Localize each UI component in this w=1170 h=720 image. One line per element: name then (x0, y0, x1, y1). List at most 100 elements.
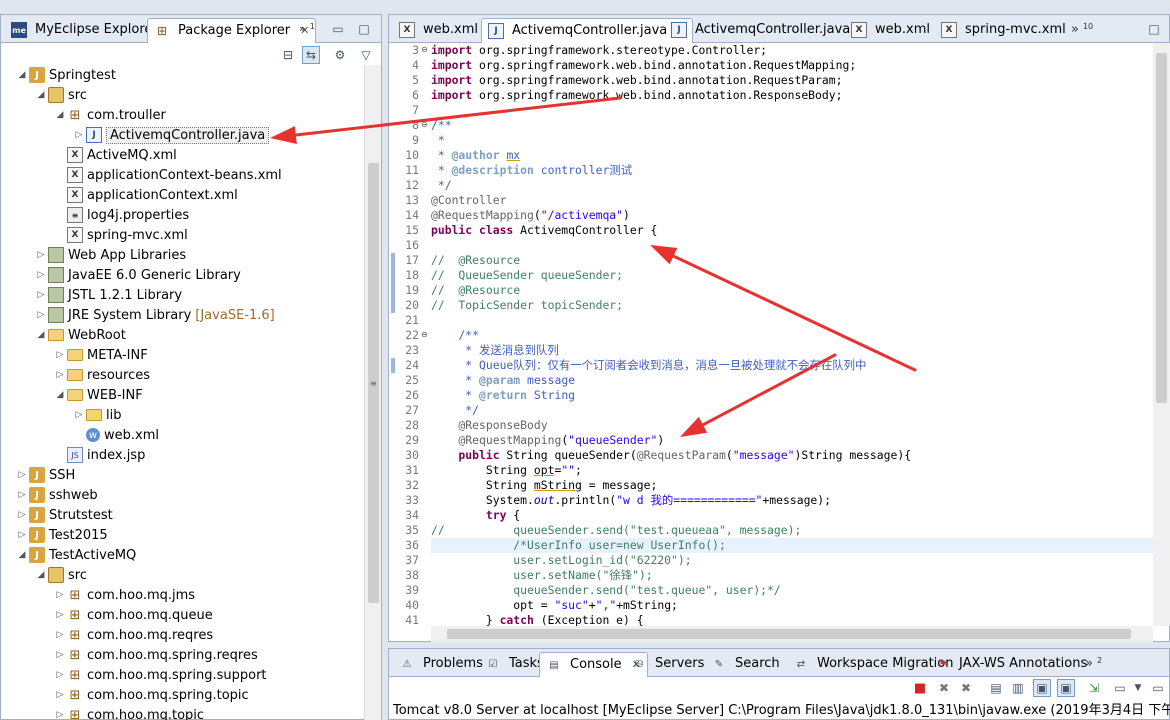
collapsed-arrow-icon[interactable]: ▷ (34, 270, 48, 280)
tree-item[interactable]: ▷ Jsshweb (1, 485, 98, 505)
editor-tab[interactable]: Xweb.xml (393, 18, 484, 43)
tree-item[interactable]: ◢ src (1, 565, 87, 585)
scroll-lock-icon[interactable]: ▥ (1009, 679, 1027, 697)
collapsed-arrow-icon[interactable]: ▷ (15, 510, 29, 520)
tree-item[interactable]: ▷ J ActivemqController.java (1, 125, 270, 145)
maximize-icon[interactable]: □ (1145, 20, 1163, 38)
tree-scrollbar[interactable]: ≡ (364, 65, 381, 720)
tree-item[interactable]: XapplicationContext-beans.xml (1, 165, 282, 185)
link-with-editor-icon[interactable]: ⇆ (302, 46, 320, 64)
code-area[interactable]: import org.springframework.stereotype.Co… (431, 43, 1153, 626)
tree-item[interactable]: ▷ JRE System Library [JavaSE-1.6] (1, 305, 275, 325)
tree-item[interactable]: ▷ Web App Libraries (1, 245, 186, 265)
tree-item[interactable]: ▷ J Strutstest (1, 505, 113, 525)
minimize-icon[interactable]: ▭ (1149, 679, 1167, 697)
tree-item[interactable]: ▷ JavaEE 6.0 Generic Library (1, 265, 241, 285)
editor-tab[interactable]: Xweb.xml (845, 18, 936, 43)
collapsed-arrow-icon[interactable]: ▷ (53, 630, 67, 640)
tree-item[interactable]: ▷ J Test2015 (1, 525, 108, 545)
tree-item[interactable]: JS index.jsp (1, 445, 145, 465)
expanded-arrow-icon[interactable]: ◢ (34, 570, 48, 580)
collapsed-arrow-icon[interactable]: ▷ (53, 670, 67, 680)
tree-item[interactable]: ◢ ⊞ com.trouller (1, 105, 166, 125)
tab-overflow-button[interactable]: » 10 (1065, 18, 1099, 43)
terminate-icon[interactable]: ■ (911, 679, 929, 697)
tree-item[interactable]: X ActiveMQ.xml (1, 145, 177, 165)
editor-tab[interactable]: J ActivemqController.java (665, 18, 856, 43)
collapsed-arrow-icon[interactable]: ▷ (15, 490, 29, 500)
show-console-stdout-icon[interactable]: ▣ (1033, 679, 1051, 697)
chevron-down-icon[interactable]: ▼ (1129, 679, 1147, 697)
tree-item[interactable]: ◢ src (1, 85, 87, 105)
filter-icon[interactable]: ⚙ (331, 46, 349, 64)
editor-tab[interactable]: JActivemqController.java✕ (481, 18, 694, 43)
expanded-arrow-icon[interactable]: ◢ (53, 390, 67, 400)
console-tab[interactable]: ✎ Search (705, 652, 786, 677)
expanded-arrow-icon[interactable]: ◢ (34, 90, 48, 100)
collapsed-arrow-icon[interactable]: ▷ (53, 370, 67, 380)
tab-overflow-button[interactable]: » 2 (1079, 652, 1108, 677)
view-menu-icon[interactable]: ▽ (357, 46, 375, 64)
tree-item[interactable]: ▷ ⊞ com.hoo.mq.jms (1, 585, 196, 605)
pin-console-icon[interactable]: ⇲ (1085, 679, 1103, 697)
tree-item[interactable]: ▷ ⊞ com.hoo.mq.spring.support (1, 665, 267, 685)
expanded-arrow-icon[interactable]: ◢ (53, 110, 67, 120)
expanded-arrow-icon[interactable]: ◢ (15, 70, 29, 80)
collapsed-arrow-icon[interactable]: ▷ (72, 410, 86, 420)
tree-item[interactable]: ▷ ⊞ com.hoo.mq.queue (1, 605, 213, 625)
console-tab[interactable]: ⛁ Servers (625, 652, 710, 677)
console-tab[interactable]: ⚠ Problems (393, 652, 489, 677)
maximize-icon[interactable]: □ (355, 20, 373, 38)
show-console-stderr-icon[interactable]: ▣ (1057, 679, 1075, 697)
fold-toggle-icon[interactable]: ⊖ (421, 120, 428, 129)
collapse-all-icon[interactable]: ⊟ (279, 46, 297, 64)
collapsed-arrow-icon[interactable]: ▷ (34, 250, 48, 260)
display-console-icon[interactable]: ▭ (1111, 679, 1129, 697)
tree-item[interactable]: ▷ ⊞ com.hoo.mq.spring.topic (1, 685, 249, 705)
tree-item[interactable]: ◢ J Springtest (1, 65, 116, 85)
tree-item[interactable]: ▷ ⊞ com.hoo.mq.reqres (1, 625, 214, 645)
tree-item[interactable]: w web.xml (1, 425, 159, 445)
collapsed-arrow-icon[interactable]: ▷ (15, 470, 29, 480)
tab-overflow-button[interactable]: » 1 (293, 18, 321, 43)
tab-myeclipse-explorer[interactable]: me MyEclipse Explorer (5, 18, 164, 43)
tree-item[interactable]: Xspring-mvc.xml (1, 225, 188, 245)
tree-item[interactable]: ◢ WEB-INF (1, 385, 143, 405)
collapsed-arrow-icon[interactable]: ▷ (53, 610, 67, 620)
console-tab[interactable]: ⚑ JAX-WS Annotations (929, 652, 1093, 677)
tree-item[interactable]: ▷ ⊞ com.hoo.mq.topic (1, 705, 205, 720)
minimize-icon[interactable]: ▭ (329, 20, 347, 38)
tree-item[interactable]: ▷ J SSH (1, 465, 75, 485)
expanded-arrow-icon[interactable]: ◢ (15, 550, 29, 560)
collapsed-arrow-icon[interactable]: ▷ (34, 310, 48, 320)
tree-item[interactable]: ▷ lib (1, 405, 122, 425)
editor-vertical-scrollbar[interactable] (1153, 43, 1170, 626)
fold-toggle-icon[interactable]: ⊖ (421, 45, 428, 54)
scrollbar-thumb[interactable] (1156, 53, 1167, 403)
collapsed-arrow-icon[interactable]: ▷ (53, 710, 67, 720)
collapsed-arrow-icon[interactable]: ▷ (34, 290, 48, 300)
collapsed-arrow-icon[interactable]: ▷ (72, 130, 86, 140)
fold-toggle-icon[interactable]: ⊖ (421, 330, 428, 339)
editor-horizontal-scrollbar[interactable] (431, 626, 1153, 642)
scrollbar-thumb[interactable] (447, 629, 1131, 639)
collapsed-arrow-icon[interactable]: ▷ (15, 530, 29, 540)
tree-item[interactable]: ◢ WebRoot (1, 325, 126, 345)
tree-item[interactable]: ▷ resources (1, 365, 150, 385)
tree-item[interactable]: XapplicationContext.xml (1, 185, 238, 205)
collapsed-arrow-icon[interactable]: ▷ (53, 590, 67, 600)
collapsed-arrow-icon[interactable]: ▷ (53, 690, 67, 700)
tree-item[interactable]: ◢ J TestActiveMQ (1, 545, 136, 565)
clear-console-icon[interactable]: ▤ (987, 679, 1005, 697)
tree-item[interactable]: ▷ META-INF (1, 345, 148, 365)
collapsed-arrow-icon[interactable]: ▷ (53, 350, 67, 360)
remove-all-icon[interactable]: ✖ (957, 679, 975, 697)
tab-package-explorer[interactable]: ⊞ Package Explorer ✕ (147, 18, 317, 43)
collapsed-arrow-icon[interactable]: ▷ (53, 650, 67, 660)
remove-launch-icon[interactable]: ✖ (935, 679, 953, 697)
tree-item[interactable]: ▷ ⊞ com.hoo.mq.spring.reqres (1, 645, 258, 665)
editor-tab[interactable]: Xspring-mvc.xml (935, 18, 1072, 43)
tree-item[interactable]: ≡ log4j.properties (1, 205, 189, 225)
expanded-arrow-icon[interactable]: ◢ (34, 330, 48, 340)
tree-item[interactable]: ▷ JSTL 1.2.1 Library (1, 285, 182, 305)
